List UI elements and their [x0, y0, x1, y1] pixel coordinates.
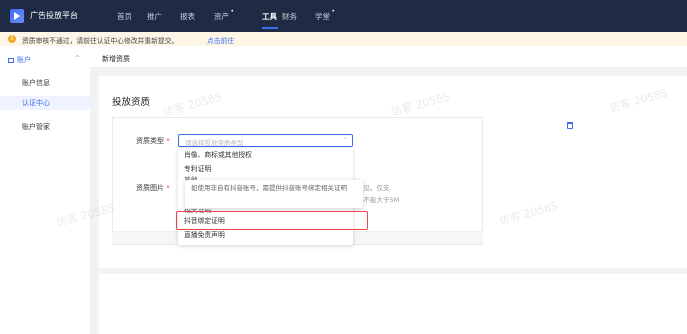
nav-academy-dot: • — [331, 8, 335, 15]
sidebar-header-account[interactable]: 账户 — [8, 55, 31, 65]
page-title: 新增资质 — [102, 55, 130, 63]
sidebar-item-account-info[interactable]: 账户信息 — [0, 76, 90, 90]
page-header: 新增资质 — [90, 46, 687, 68]
platform-logo-icon — [10, 9, 24, 23]
nav-promotion[interactable]: 推广 — [147, 11, 162, 22]
image-label-text: 资质图片 — [136, 184, 164, 192]
nav-home[interactable]: 首页 — [117, 11, 132, 22]
platform-name: 广告投放平台 — [30, 11, 78, 20]
notice-link[interactable]: 点击前往 — [207, 35, 234, 45]
highlight-annotation — [176, 211, 368, 230]
option-live-disclaimer[interactable]: 直播免责声明 — [178, 230, 353, 241]
option-portrait-authorization[interactable]: 肖像、商标或其他授权 — [178, 150, 353, 161]
account-icon — [8, 58, 14, 63]
nav-assets[interactable]: 资产 • — [214, 8, 234, 22]
nav-assets-label: 资产 — [214, 12, 229, 21]
active-nav-indicator — [262, 27, 278, 29]
nav-finance[interactable]: 财务 — [282, 11, 297, 22]
sidebar-item-account-manager[interactable]: 账户管家 — [0, 120, 90, 134]
required-mark: * — [166, 137, 170, 145]
nav-assets-dot: • — [230, 8, 234, 15]
upload-hint-line-2: 小不能大于5M — [357, 196, 400, 204]
notice-text: 资质审核不通过，请前往认证中心修改并重新提交。 — [22, 37, 179, 45]
collapse-caret-icon[interactable]: ^ — [75, 55, 80, 62]
secondary-card — [99, 274, 687, 334]
notice-banner: ! 资质审核不通过，请前往认证中心修改并重新提交。 点击前往 — [0, 32, 687, 46]
sidebar-item-certification-center[interactable]: 认证中心 — [0, 96, 90, 110]
nav-tools[interactable]: 工具 — [262, 11, 277, 22]
nav-reports[interactable]: 报表 — [180, 11, 195, 22]
nav-academy[interactable]: 学堂 • — [315, 8, 335, 22]
image-label: 资质图片 * — [136, 183, 170, 193]
sidebar-header-label: 账户 — [17, 56, 31, 64]
qualification-type-select[interactable]: 请选择投放资质类型 ˄ — [178, 134, 353, 147]
option-tooltip: 如使用非自有抖音账号，需提供抖音账号绑定相关证明 — [185, 180, 363, 208]
sidebar: 账户 ^ 账户信息 认证中心 账户管家 — [0, 46, 90, 334]
top-nav-bar: 广告投放平台 首页 推广 报表 资产 • 工具 财务 学堂 • — [0, 0, 687, 32]
select-placeholder: 请选择投放资质类型 — [185, 139, 244, 147]
section-title: 投放资质 — [112, 97, 151, 108]
option-patent-proof[interactable]: 专利证明 — [178, 164, 353, 175]
delete-icon[interactable] — [567, 122, 573, 129]
type-label-text: 资质类型 — [136, 137, 164, 145]
chevron-up-icon: ˄ — [343, 136, 347, 144]
nav-academy-label: 学堂 — [315, 12, 330, 21]
type-label: 资质类型 * — [136, 136, 170, 146]
warning-icon: ! — [8, 35, 16, 43]
required-mark-image: * — [166, 184, 170, 192]
